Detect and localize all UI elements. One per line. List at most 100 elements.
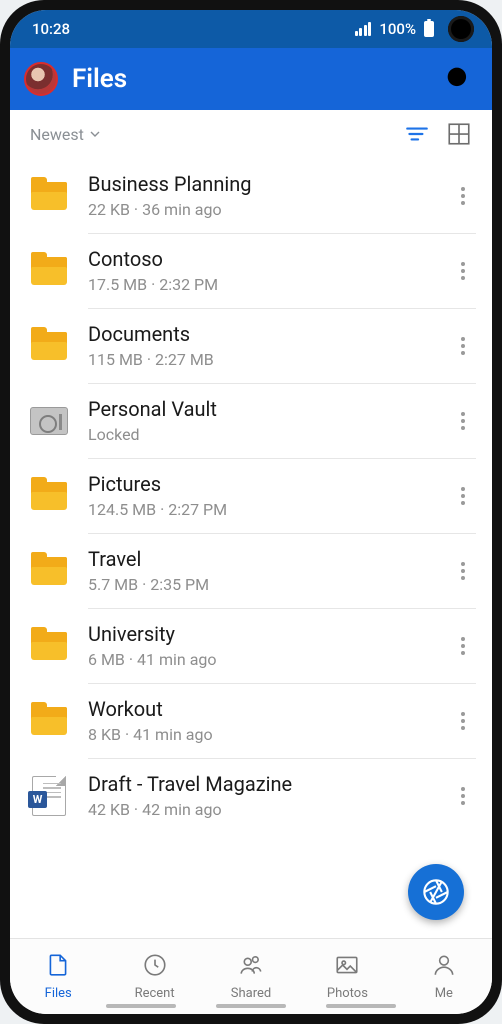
file-type-icon: [28, 707, 70, 735]
file-type-icon: [28, 557, 70, 585]
folder-icon: [31, 332, 67, 360]
file-meta: 6 MB · 41 min ago: [88, 650, 432, 669]
file-row[interactable]: Draft - Travel Magazine 42 KB · 42 min ag…: [10, 758, 492, 833]
file-meta: 17.5 MB · 2:32 PM: [88, 275, 432, 294]
file-type-icon: [28, 257, 70, 285]
status-time: 10:28: [32, 20, 70, 38]
file-text: Personal VaultLocked: [88, 397, 432, 444]
nav-label: Photos: [327, 986, 368, 1001]
sort-button[interactable]: Newest: [30, 125, 100, 144]
file-meta: Locked: [88, 425, 432, 444]
file-type-icon: [28, 632, 70, 660]
file-row[interactable]: Travel 5.7 MB · 2:35 PM: [10, 533, 492, 608]
search-icon: [442, 62, 476, 96]
file-list[interactable]: Business Planning 22 KB · 36 min ago Conto…: [10, 158, 492, 938]
nav-label: Recent: [135, 986, 175, 1001]
folder-icon: [31, 482, 67, 510]
file-meta: 8 KB · 41 min ago: [88, 725, 432, 744]
file-name: Draft - Travel Magazine: [88, 772, 432, 796]
nav-item-recent[interactable]: Recent: [106, 939, 202, 1014]
more-button[interactable]: [450, 781, 476, 811]
front-camera: [448, 16, 474, 42]
status-right: 100%: [355, 16, 474, 42]
nav-label: Shared: [231, 986, 271, 1001]
folder-icon: [31, 257, 67, 285]
camera-aperture-icon: [422, 878, 450, 906]
file-name: Documents: [88, 322, 432, 346]
file-name: Business Planning: [88, 172, 432, 196]
file-name: Contoso: [88, 247, 432, 271]
file-row[interactable]: Pictures124.5 MB · 2:27 PM: [10, 458, 492, 533]
more-button[interactable]: [450, 481, 476, 511]
file-row[interactable]: University 6 MB · 41 min ago: [10, 608, 492, 683]
folder-icon: [31, 557, 67, 585]
nav-item-files[interactable]: Files: [10, 939, 106, 1014]
avatar[interactable]: [24, 62, 58, 96]
chevron-down-icon: [90, 129, 100, 139]
file-name: Workout: [88, 697, 432, 721]
device-frame: 10:28 100% Files Newest: [0, 0, 502, 1024]
file-name: Travel: [88, 547, 432, 571]
more-button[interactable]: [450, 631, 476, 661]
file-text: Workout 8 KB · 41 min ago: [88, 697, 432, 744]
add-button[interactable]: [394, 62, 428, 96]
sort-label: Newest: [30, 125, 84, 144]
battery-percent: 100%: [379, 20, 416, 38]
app-bar: Files: [10, 48, 492, 110]
folder-icon: [31, 182, 67, 210]
folder-icon: [31, 632, 67, 660]
recent-icon: [142, 952, 168, 982]
file-name: University: [88, 622, 432, 646]
nav-item-me[interactable]: Me: [396, 939, 492, 1014]
search-button[interactable]: [442, 62, 476, 96]
shared-icon: [238, 952, 264, 982]
file-row[interactable]: Contoso 17.5 MB · 2:32 PM: [10, 233, 492, 308]
bottom-nav: Files Recent Shared Photos Me: [10, 938, 492, 1014]
folder-icon: [31, 707, 67, 735]
file-type-icon: [28, 182, 70, 210]
list-toolbar: Newest: [10, 110, 492, 158]
more-button[interactable]: [450, 706, 476, 736]
page-title: Files: [72, 64, 380, 94]
screen: 10:28 100% Files Newest: [10, 10, 492, 1014]
file-text: University 6 MB · 41 min ago: [88, 622, 432, 669]
file-row[interactable]: Business Planning 22 KB · 36 min ago: [10, 158, 492, 233]
file-meta: 42 KB · 42 min ago: [88, 800, 432, 819]
more-button[interactable]: [450, 181, 476, 211]
file-meta: 124.5 MB · 2:27 PM: [88, 500, 432, 519]
file-text: Travel 5.7 MB · 2:35 PM: [88, 547, 432, 594]
file-text: Documents115 MB · 2:27 MB: [88, 322, 432, 369]
nav-item-shared[interactable]: Shared: [203, 939, 299, 1014]
photos-icon: [334, 952, 360, 982]
word-doc-icon: [32, 776, 66, 816]
files-icon: [45, 952, 71, 982]
more-button[interactable]: [450, 331, 476, 361]
file-row[interactable]: Personal VaultLocked: [10, 383, 492, 458]
file-type-icon: [28, 776, 70, 816]
file-row[interactable]: Workout 8 KB · 41 min ago: [10, 683, 492, 758]
signal-icon: [355, 22, 372, 36]
battery-icon: [424, 21, 434, 37]
file-text: Pictures124.5 MB · 2:27 PM: [88, 472, 432, 519]
file-text: Draft - Travel Magazine 42 KB · 42 min ag…: [88, 772, 432, 819]
filter-icon[interactable]: [404, 121, 430, 147]
scan-fab[interactable]: [408, 864, 464, 920]
more-button[interactable]: [450, 556, 476, 586]
file-row[interactable]: Documents115 MB · 2:27 MB: [10, 308, 492, 383]
file-meta: 5.7 MB · 2:35 PM: [88, 575, 432, 594]
status-bar: 10:28 100%: [10, 10, 492, 48]
file-text: Contoso 17.5 MB · 2:32 PM: [88, 247, 432, 294]
grid-view-icon[interactable]: [446, 121, 472, 147]
nav-label: Me: [435, 986, 453, 1001]
more-button[interactable]: [450, 256, 476, 286]
more-button[interactable]: [450, 406, 476, 436]
file-text: Business Planning 22 KB · 36 min ago: [88, 172, 432, 219]
me-icon: [431, 952, 457, 982]
nav-item-photos[interactable]: Photos: [299, 939, 395, 1014]
nav-label: Files: [45, 986, 72, 1001]
file-type-icon: [28, 482, 70, 510]
plus-icon: [394, 62, 428, 96]
vault-icon: [30, 407, 68, 435]
file-type-icon: [28, 407, 70, 435]
file-meta: 22 KB · 36 min ago: [88, 200, 432, 219]
